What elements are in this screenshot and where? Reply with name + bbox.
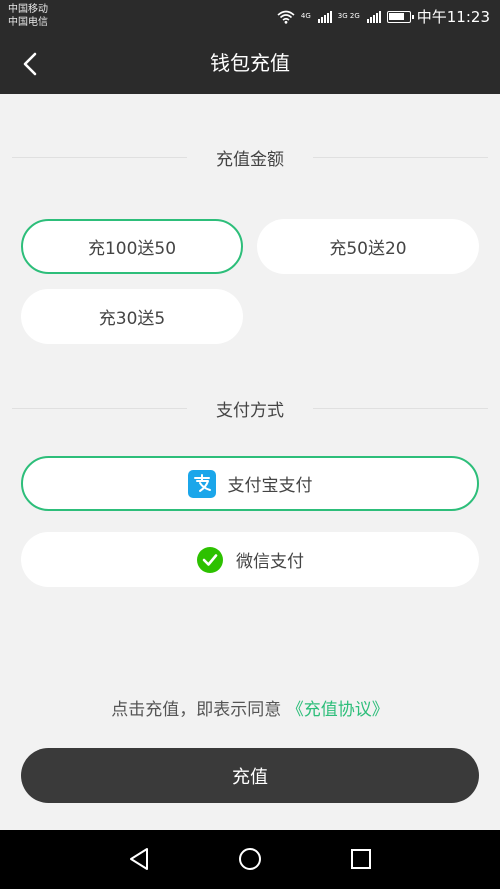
amount-section-title: 充值金额 <box>204 144 296 170</box>
payment-option-wechat[interactable]: 微信支付 <box>21 532 479 587</box>
nav-recents-icon[interactable] <box>346 844 376 874</box>
divider-left <box>12 408 187 409</box>
signal-icon <box>317 10 332 23</box>
divider-right <box>313 157 488 158</box>
network-type-2: 3G 2G <box>337 12 360 20</box>
carrier-2: 中国电信 <box>8 17 48 28</box>
payment-section-header: 支付方式 <box>0 395 500 421</box>
nav-bar: 钱包充值 <box>0 33 500 94</box>
carrier-info: 中国移动 中国电信 <box>8 3 48 29</box>
status-icons: 4G 3G 2G 中午11:23 <box>277 0 490 33</box>
payment-option-alipay[interactable]: 支付宝支付 <box>21 456 479 511</box>
agreement-notice: 点击充值，即表示同意 《充值协议》 <box>0 695 500 720</box>
amount-option-100[interactable]: 充100送50 <box>21 219 243 274</box>
wifi-icon <box>277 10 295 24</box>
amount-option-30[interactable]: 充30送5 <box>21 289 243 344</box>
agreement-link[interactable]: 《充值协议》 <box>287 700 389 720</box>
network-type-1: 4G <box>300 12 311 20</box>
status-time: 中午11:23 <box>416 8 490 26</box>
amount-section-header: 充值金额 <box>0 144 500 170</box>
signal-icon-2 <box>366 10 381 23</box>
payment-option-label: 微信支付 <box>236 552 304 572</box>
agreement-text: 点击充值，即表示同意 <box>111 700 282 720</box>
nav-home-icon[interactable] <box>235 844 265 874</box>
status-bar: 中国移动 中国电信 4G 3G 2G 中午11:23 <box>0 0 500 33</box>
recharge-button[interactable]: 充值 <box>21 748 479 803</box>
amount-option-50[interactable]: 充50送20 <box>257 219 479 274</box>
payment-section-title: 支付方式 <box>204 395 296 421</box>
alipay-icon <box>187 469 216 498</box>
nav-back-icon[interactable] <box>124 844 154 874</box>
system-nav-bar <box>0 830 500 889</box>
carrier-1: 中国移动 <box>8 4 48 15</box>
wechat-icon <box>197 546 223 573</box>
divider-right <box>313 408 488 409</box>
battery-icon <box>386 10 414 23</box>
page-title: 钱包充值 <box>210 51 290 75</box>
divider-left <box>12 157 187 158</box>
payment-option-label: 支付宝支付 <box>227 476 313 496</box>
